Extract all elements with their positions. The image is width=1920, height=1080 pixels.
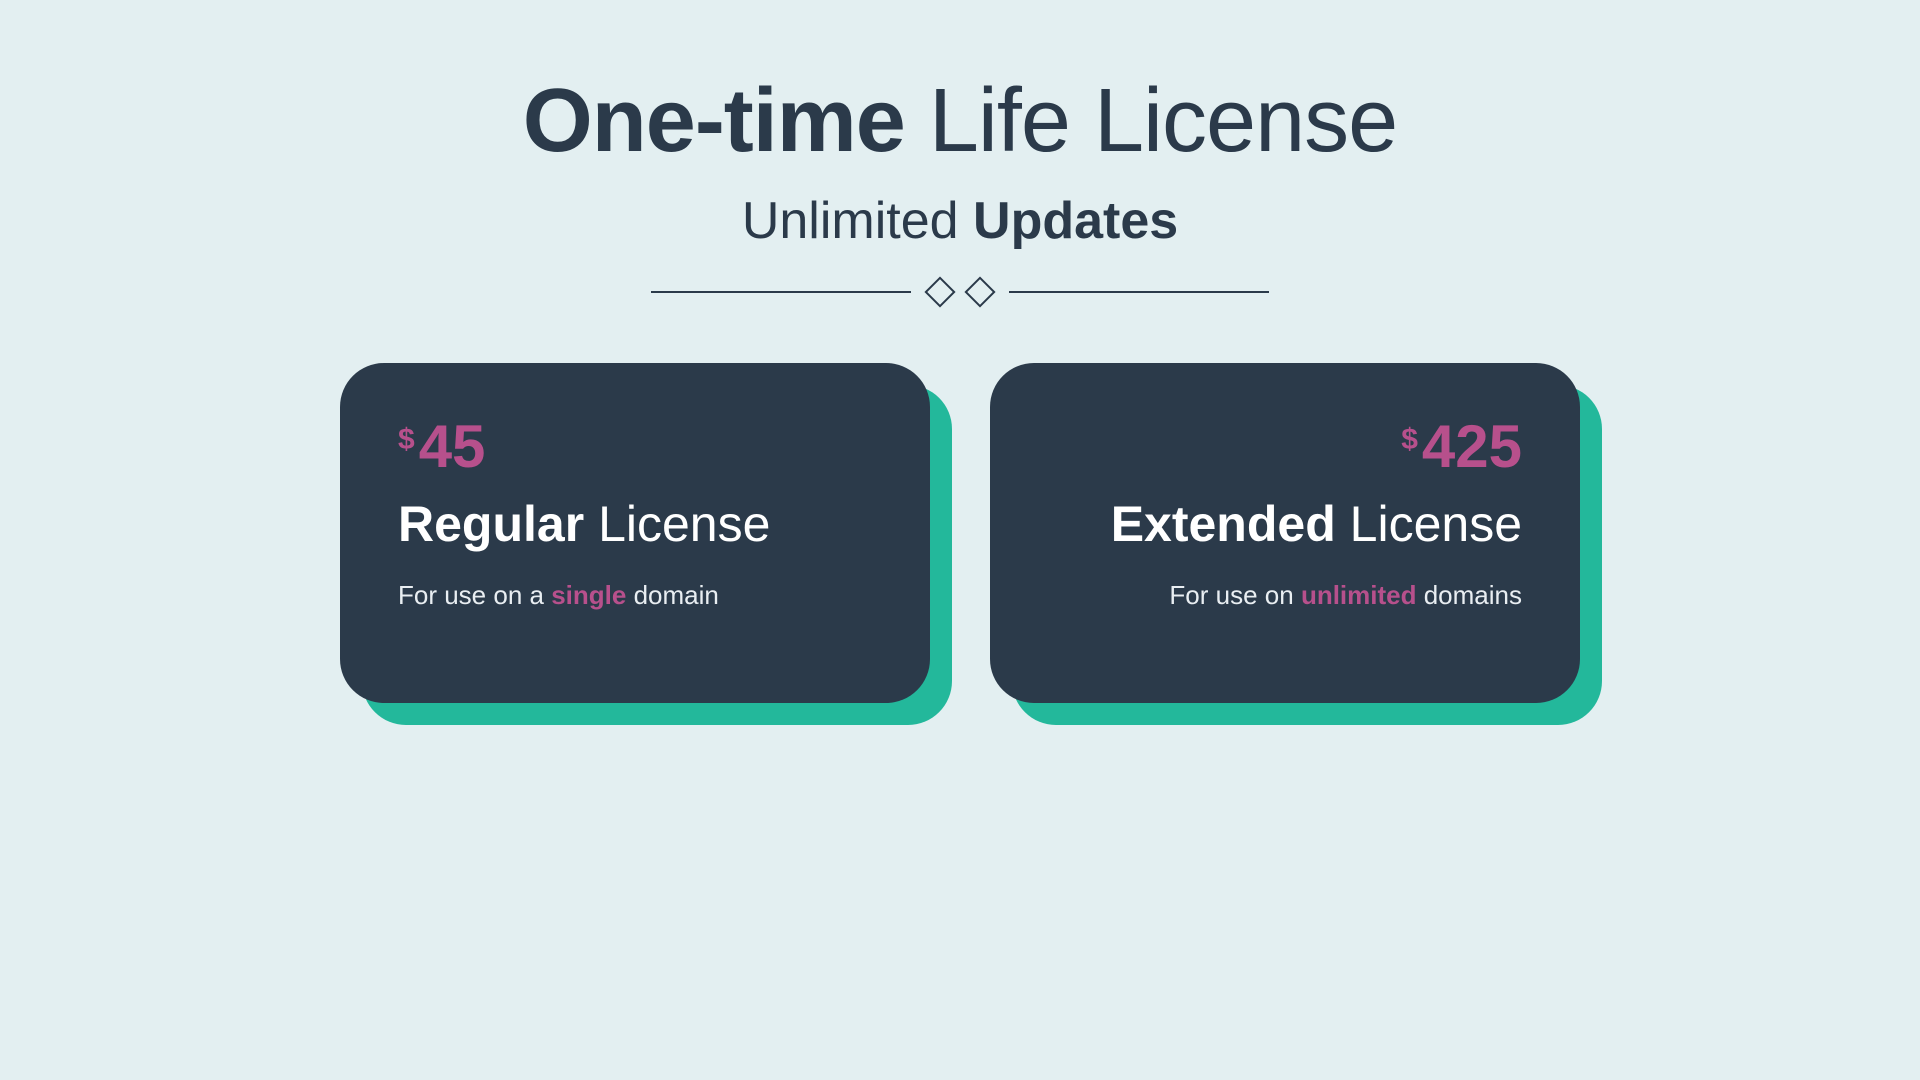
desc-pre: For use on a <box>398 580 551 610</box>
subhead-light: Unlimited <box>742 192 959 250</box>
card-body: $ 45 Regular License For use on a single… <box>340 363 930 703</box>
diamond-icon <box>964 276 995 307</box>
subhead-bold: Updates <box>973 192 1178 250</box>
price-row: $ 45 <box>398 417 872 477</box>
desc-pre: For use on <box>1169 580 1301 610</box>
price-value: 425 <box>1422 417 1522 477</box>
headline: One-time Life License <box>523 70 1397 173</box>
divider-ornament <box>651 281 1269 303</box>
license-title-bold: Extended <box>1111 496 1336 552</box>
license-title: Regular License <box>398 497 872 552</box>
pricing-card-regular: $ 45 Regular License For use on a single… <box>340 363 930 703</box>
license-title-light: License <box>1350 496 1522 552</box>
price-value: 45 <box>419 417 486 477</box>
license-title-bold: Regular <box>398 496 584 552</box>
divider-line-right <box>1009 291 1269 293</box>
currency-symbol: $ <box>1401 423 1418 457</box>
license-description: For use on a single domain <box>398 580 872 611</box>
license-title-light: License <box>598 496 770 552</box>
subheadline: Unlimited Updates <box>742 191 1178 251</box>
currency-symbol: $ <box>398 423 415 457</box>
card-body: $ 425 Extended License For use on unlimi… <box>990 363 1580 703</box>
desc-post: domain <box>626 580 719 610</box>
diamond-icon <box>924 276 955 307</box>
divider-line-left <box>651 291 911 293</box>
desc-highlight: unlimited <box>1301 580 1417 610</box>
pricing-cards-row: $ 45 Regular License For use on a single… <box>340 363 1580 703</box>
license-description: For use on unlimited domains <box>1169 580 1522 611</box>
price-row: $ 425 <box>1401 417 1522 477</box>
pricing-card-extended: $ 425 Extended License For use on unlimi… <box>990 363 1580 703</box>
desc-highlight: single <box>551 580 626 610</box>
headline-bold: One-time <box>523 71 905 171</box>
license-title: Extended License <box>1111 497 1522 552</box>
pricing-slide: One-time Life License Unlimited Updates … <box>192 0 1728 1024</box>
desc-post: domains <box>1417 580 1523 610</box>
headline-light: Life License <box>929 71 1397 171</box>
